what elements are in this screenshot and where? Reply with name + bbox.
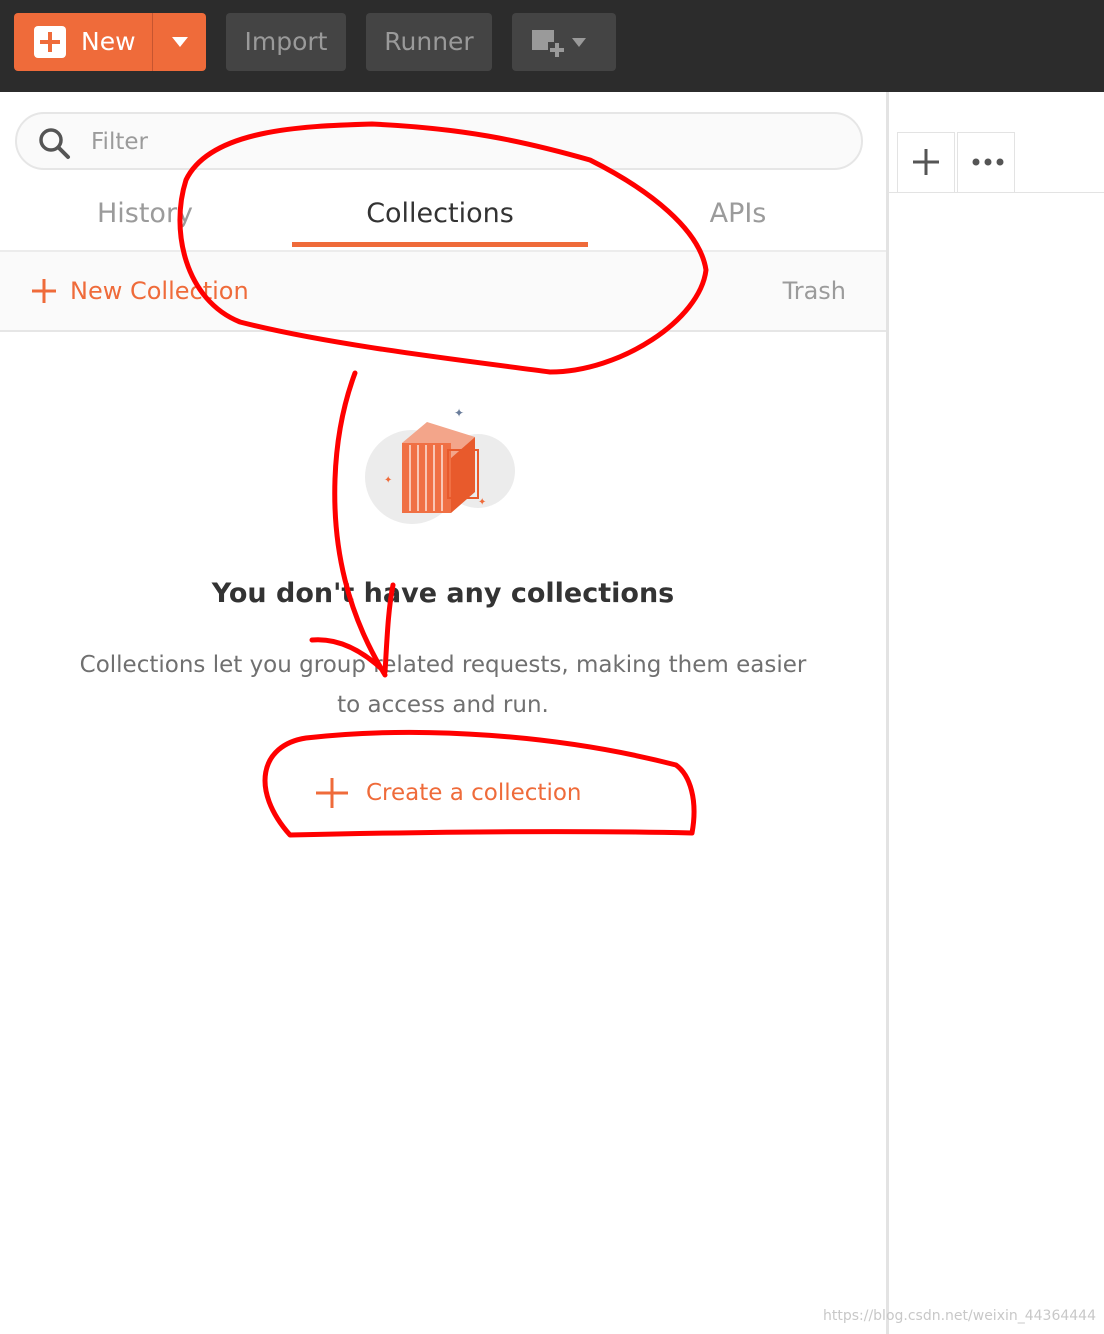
caret-down-icon[interactable] bbox=[172, 37, 188, 47]
new-button-label: New bbox=[81, 27, 136, 56]
active-tab-indicator bbox=[292, 242, 588, 247]
search-icon bbox=[39, 128, 70, 159]
plus-icon bbox=[32, 279, 56, 303]
new-collection-label: New Collection bbox=[70, 277, 249, 305]
new-button[interactable]: New bbox=[14, 13, 206, 71]
filter-box[interactable] bbox=[15, 112, 863, 170]
empty-collections-illustration: ✦ ✦ ✦ bbox=[365, 406, 515, 524]
new-tab-button[interactable] bbox=[897, 132, 955, 192]
more-actions-button[interactable] bbox=[957, 132, 1015, 192]
filter-input[interactable] bbox=[89, 122, 793, 162]
collections-actions: New Collection Trash bbox=[0, 252, 886, 332]
new-window-button[interactable] bbox=[512, 13, 616, 71]
empty-state-description: Collections let you group related reques… bbox=[79, 652, 807, 718]
tab-bar-border bbox=[889, 192, 1104, 193]
runner-button[interactable]: Runner bbox=[366, 13, 492, 71]
more-icon bbox=[972, 158, 1004, 166]
empty-state-title: You don't have any collections bbox=[211, 578, 675, 609]
trash-link[interactable]: Trash bbox=[783, 276, 846, 306]
svg-text:✦: ✦ bbox=[478, 497, 486, 508]
top-toolbar: New Import Runner bbox=[0, 0, 1104, 92]
tab-apis[interactable]: APIs bbox=[590, 196, 886, 232]
tab-collections[interactable]: Collections bbox=[292, 196, 588, 232]
svg-text:✦: ✦ bbox=[454, 406, 464, 420]
plus-icon bbox=[316, 778, 348, 808]
tab-history[interactable]: History bbox=[0, 196, 290, 232]
caret-down-icon bbox=[572, 38, 586, 47]
button-divider bbox=[152, 13, 153, 71]
create-collection-label: Create a collection bbox=[366, 780, 582, 806]
svg-text:✦: ✦ bbox=[384, 475, 392, 486]
import-button[interactable]: Import bbox=[226, 13, 346, 71]
watermark: https://blog.csdn.net/weixin_44364444 bbox=[822, 1308, 1096, 1324]
plus-icon bbox=[913, 149, 939, 175]
request-pane bbox=[889, 92, 1104, 1334]
new-window-icon bbox=[532, 30, 566, 58]
plus-icon bbox=[34, 26, 66, 58]
